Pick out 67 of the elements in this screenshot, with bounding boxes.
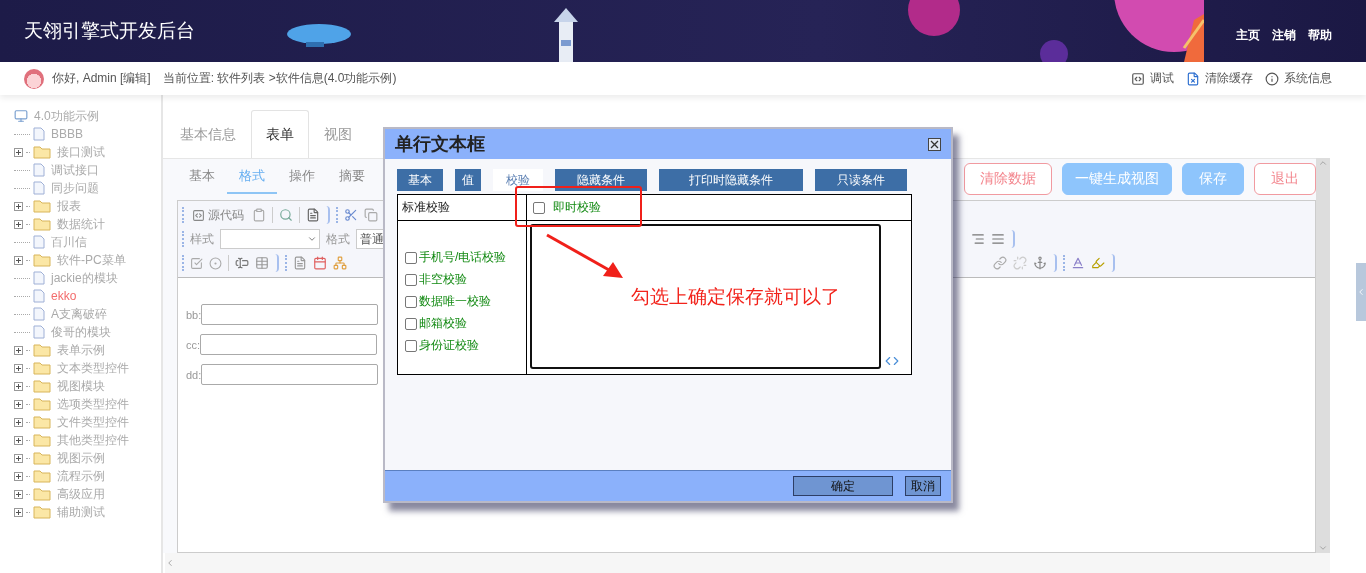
field-label: bb: — [186, 308, 202, 321]
dialog-button[interactable]: 取消 — [905, 476, 941, 496]
tree-item[interactable]: 同步问题 — [51, 179, 99, 197]
action-button[interactable]: 一键生成视图 — [1062, 163, 1172, 195]
tree-item[interactable]: 视图模块 — [57, 377, 105, 395]
field-label: dd: — [186, 368, 202, 381]
toolbar-link[interactable]: 系统信息 — [1265, 70, 1332, 87]
header-link[interactable]: 主页 — [1236, 26, 1260, 44]
sub-tab[interactable]: 摘要 — [327, 160, 377, 194]
tree-item[interactable]: jackie的模块 — [51, 269, 118, 287]
checkbox-label: 即时校验 — [553, 199, 601, 216]
tab[interactable]: 视图 — [309, 110, 367, 158]
checkbox-label: 身份证校验 — [419, 337, 479, 354]
style-label: 样式 — [190, 230, 214, 248]
text-area[interactable]: 勾选上确定保存就可以了 — [530, 224, 881, 369]
sub-tab[interactable]: 基本 — [177, 160, 227, 194]
checkbox-label: 手机号/电话校验 — [419, 249, 507, 266]
checkbox-label: 数据唯一校验 — [419, 293, 491, 310]
dialog-tab[interactable]: 值 — [455, 169, 481, 191]
tree-item[interactable]: BBBB — [51, 127, 83, 141]
source-button[interactable]: 源代码 — [190, 206, 246, 224]
tree-item[interactable]: ekko — [51, 289, 77, 303]
tree-item[interactable]: 文本类型控件 — [57, 359, 129, 377]
tree-item[interactable]: 报表 — [57, 197, 81, 215]
tree-item[interactable]: 俊哥的模块 — [51, 323, 111, 341]
dialog-tab[interactable]: 校验 — [493, 169, 543, 191]
app-title: 天翎引擎式开发后台 — [24, 19, 194, 43]
dialog-tab[interactable]: 只读条件 — [815, 169, 907, 191]
annotation-text: 勾选上确定保存就可以了 — [631, 284, 840, 309]
toolbar-link[interactable]: 清除缓存 — [1186, 70, 1253, 87]
tree-root[interactable]: 4.0功能示例 — [34, 107, 99, 125]
format-label: 格式 — [326, 230, 350, 248]
dialog-title: 单行文本框 — [395, 133, 485, 156]
tree-item[interactable]: 文件类型控件 — [57, 413, 129, 431]
checkbox-label: 非空校验 — [419, 271, 467, 288]
action-button[interactable]: 退出 — [1254, 163, 1316, 195]
sub-tab[interactable]: 格式 — [227, 160, 277, 194]
tree-item[interactable]: 表单示例 — [57, 341, 105, 359]
tree-item[interactable]: 软件-PC菜单 — [57, 251, 126, 269]
action-button[interactable]: 清除数据 — [964, 163, 1052, 195]
checkbox-label: 邮箱校验 — [419, 315, 467, 332]
greeting-text: 你好, Admin [编辑] — [52, 70, 151, 87]
dialog-tab[interactable]: 隐藏条件 — [555, 169, 647, 191]
header-link[interactable]: 帮助 — [1308, 26, 1332, 44]
dialog-button[interactable]: 确定 — [793, 476, 893, 496]
tree-item[interactable]: 接口测试 — [57, 143, 105, 161]
tree-item[interactable]: 其他类型控件 — [57, 431, 129, 449]
tree-item[interactable]: 百川信 — [51, 233, 87, 251]
tree-item[interactable]: 流程示例 — [57, 467, 105, 485]
cell-label: 标准校验 — [402, 199, 450, 216]
toolbar-link[interactable]: 调试 — [1131, 70, 1174, 87]
breadcrumb: 当前位置: 软件列表 >软件信息(4.0功能示例) — [162, 70, 397, 87]
tree-item[interactable]: 数据统计 — [57, 215, 105, 233]
tree-item[interactable]: 调试接口 — [51, 161, 99, 179]
tree-item[interactable]: 高级应用 — [57, 485, 105, 503]
tree-item[interactable]: 视图示例 — [57, 449, 105, 467]
dialog-tab[interactable]: 打印时隐藏条件 — [659, 169, 803, 191]
tree-item[interactable]: 选项类型控件 — [57, 395, 129, 413]
dialog-tab[interactable]: 基本 — [397, 169, 443, 191]
field-label: cc: — [186, 338, 201, 351]
action-button[interactable]: 保存 — [1182, 163, 1244, 195]
tab[interactable]: 基本信息 — [165, 110, 251, 158]
tab[interactable]: 表单 — [251, 110, 309, 158]
sub-tab[interactable]: 操作 — [277, 160, 327, 194]
tree-item[interactable]: 辅助测试 — [57, 503, 105, 521]
tree-item[interactable]: A支离破碎 — [51, 305, 107, 323]
header-link[interactable]: 注销 — [1272, 26, 1296, 44]
